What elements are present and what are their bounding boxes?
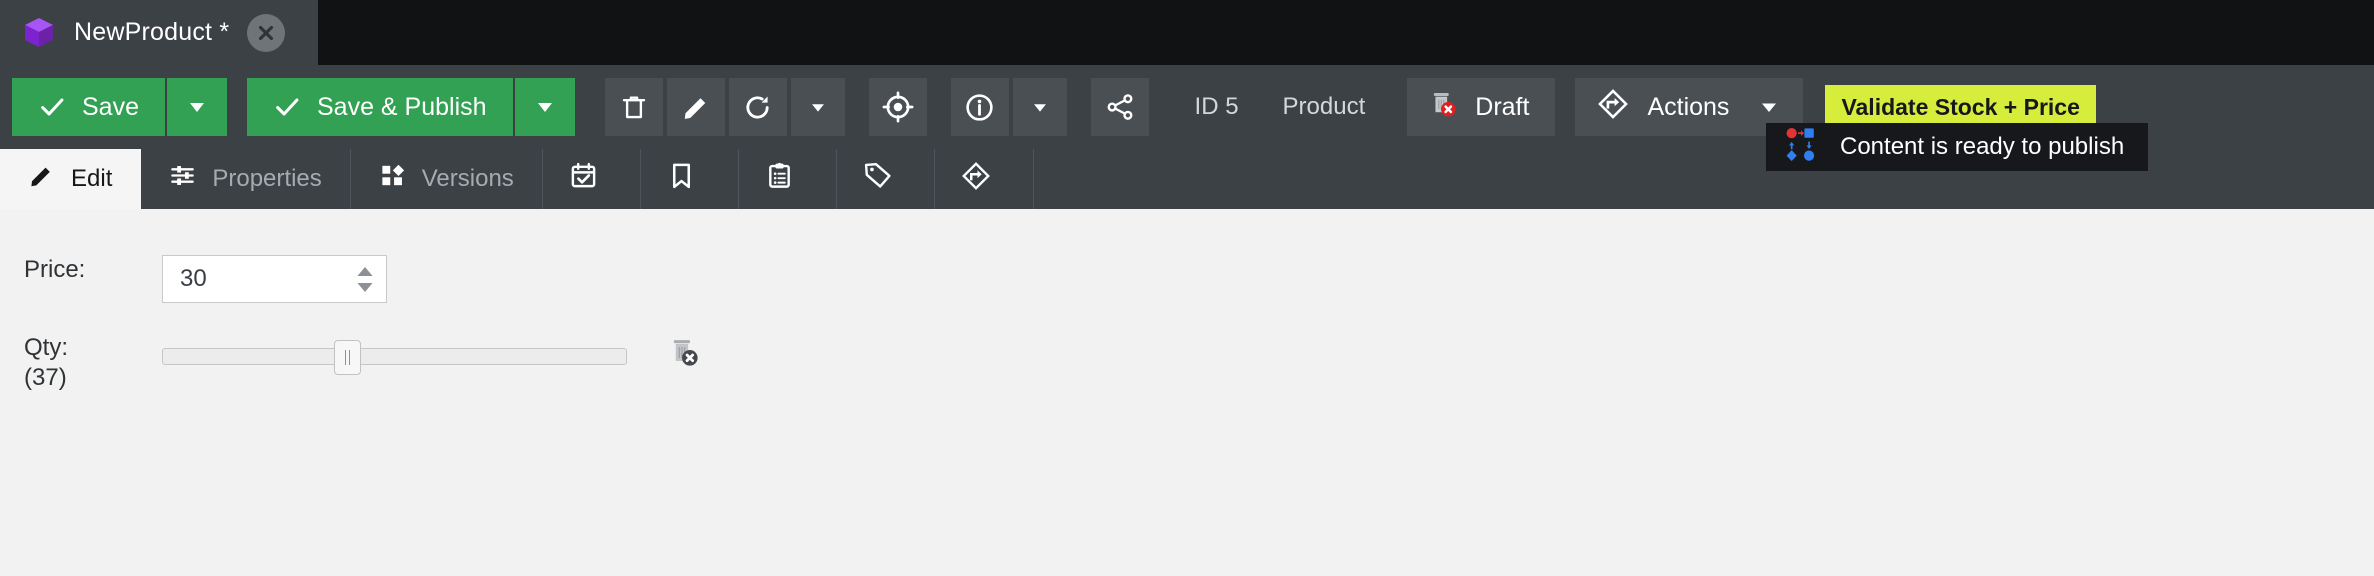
field-row-qty: Qty: (37) — [0, 333, 2374, 393]
save-publish-dropdown-button[interactable] — [512, 78, 575, 136]
edit-button[interactable] — [666, 78, 725, 136]
caret-up-icon[interactable] — [356, 266, 374, 277]
clipboard-list-icon — [765, 161, 794, 197]
check-icon — [276, 98, 299, 116]
tab-notes[interactable] — [739, 149, 837, 209]
tab-edit-label: Edit — [71, 165, 113, 192]
pencil-icon — [28, 162, 55, 196]
save-publish-button-group: Save & Publish — [246, 78, 575, 136]
save-publish-button[interactable]: Save & Publish — [246, 78, 513, 136]
tab-bookmarks[interactable] — [641, 149, 739, 209]
tab-versions-label: Versions — [421, 165, 514, 192]
tab-properties[interactable]: Properties — [141, 149, 351, 209]
check-icon — [41, 98, 64, 116]
workflow-diamond-icon — [1597, 88, 1629, 127]
pencil-icon — [684, 98, 705, 119]
caret-down-icon[interactable] — [356, 282, 374, 293]
qty-slider-thumb[interactable] — [334, 340, 362, 375]
main-toolbar: Save Save & Publish ID 5 Product Draft A… — [0, 65, 2374, 171]
trash-icon — [622, 96, 645, 119]
tab-tags[interactable] — [837, 149, 935, 209]
sliders-icon — [169, 162, 196, 196]
save-button[interactable]: Save — [12, 78, 165, 136]
content-id-label: ID 5 — [1194, 93, 1239, 120]
reload-dropdown-button[interactable] — [790, 78, 845, 136]
tab-properties-label: Properties — [212, 165, 322, 192]
info-icon — [966, 93, 993, 121]
calendar-check-icon — [569, 161, 598, 197]
price-stepper[interactable] — [356, 256, 374, 302]
cube-icon — [22, 16, 56, 50]
field-row-price: Price: 30 — [0, 255, 2374, 303]
qty-label: Qty: (37) — [0, 333, 162, 393]
target-button[interactable] — [868, 78, 927, 136]
publish-ready-tooltip: Content is ready to publish — [1766, 123, 2149, 171]
qty-value-label: (37) — [24, 364, 67, 391]
qty-slider[interactable] — [162, 340, 627, 375]
chevron-down-icon — [811, 104, 824, 112]
trash-error-icon — [1427, 88, 1459, 127]
document-tab-title: NewProduct * — [74, 18, 230, 46]
chevron-down-icon — [537, 103, 552, 112]
publish-ready-tooltip-text: Content is ready to publish — [1840, 133, 2125, 160]
tab-workflow[interactable] — [935, 149, 1034, 209]
status-badge-label: Draft — [1475, 92, 1530, 121]
document-tab-newproduct[interactable]: NewProduct * — [0, 0, 318, 65]
info-button[interactable] — [950, 78, 1009, 136]
tab-edit[interactable]: Edit — [0, 149, 142, 209]
qty-slider-track[interactable] — [162, 348, 627, 365]
tag-icon — [863, 161, 892, 197]
share-button[interactable] — [1090, 78, 1149, 136]
bookmark-icon — [667, 161, 696, 197]
save-button-label: Save — [82, 92, 139, 121]
info-dropdown-button[interactable] — [1012, 78, 1067, 136]
close-icon[interactable] — [247, 13, 286, 52]
delete-button[interactable] — [604, 78, 663, 136]
chevron-down-icon — [189, 103, 204, 112]
tab-schedule[interactable] — [543, 149, 641, 209]
save-publish-button-label: Save & Publish — [316, 92, 487, 121]
reload-button[interactable] — [728, 78, 787, 136]
edit-form-panel: Price: 30 Qty: (37) — [0, 209, 2374, 576]
workflow-diamond-icon — [961, 161, 991, 198]
price-label: Price: — [24, 256, 86, 283]
chevron-down-icon — [1033, 104, 1046, 112]
share-icon — [1107, 94, 1132, 120]
price-input[interactable]: 30 — [162, 255, 387, 303]
trash-error-icon — [673, 340, 698, 366]
status-badge-draft[interactable]: Draft — [1407, 78, 1556, 136]
qty-label-text: Qty: — [24, 334, 69, 361]
actions-button-label: Actions — [1647, 92, 1730, 121]
save-button-group: Save — [12, 78, 227, 136]
window-tab-bar: NewProduct * — [0, 0, 2374, 65]
content-type-label: Product — [1282, 93, 1366, 120]
save-dropdown-button[interactable] — [164, 78, 227, 136]
qty-delete-button[interactable] — [667, 335, 701, 374]
tab-versions[interactable]: Versions — [351, 149, 543, 209]
grid-diamond-icon — [379, 162, 406, 196]
workflow-nodes-icon — [1784, 126, 1818, 169]
price-input-value: 30 — [180, 265, 207, 292]
refresh-icon — [746, 95, 769, 119]
target-icon — [882, 91, 913, 123]
chevron-down-icon — [1762, 103, 1777, 112]
